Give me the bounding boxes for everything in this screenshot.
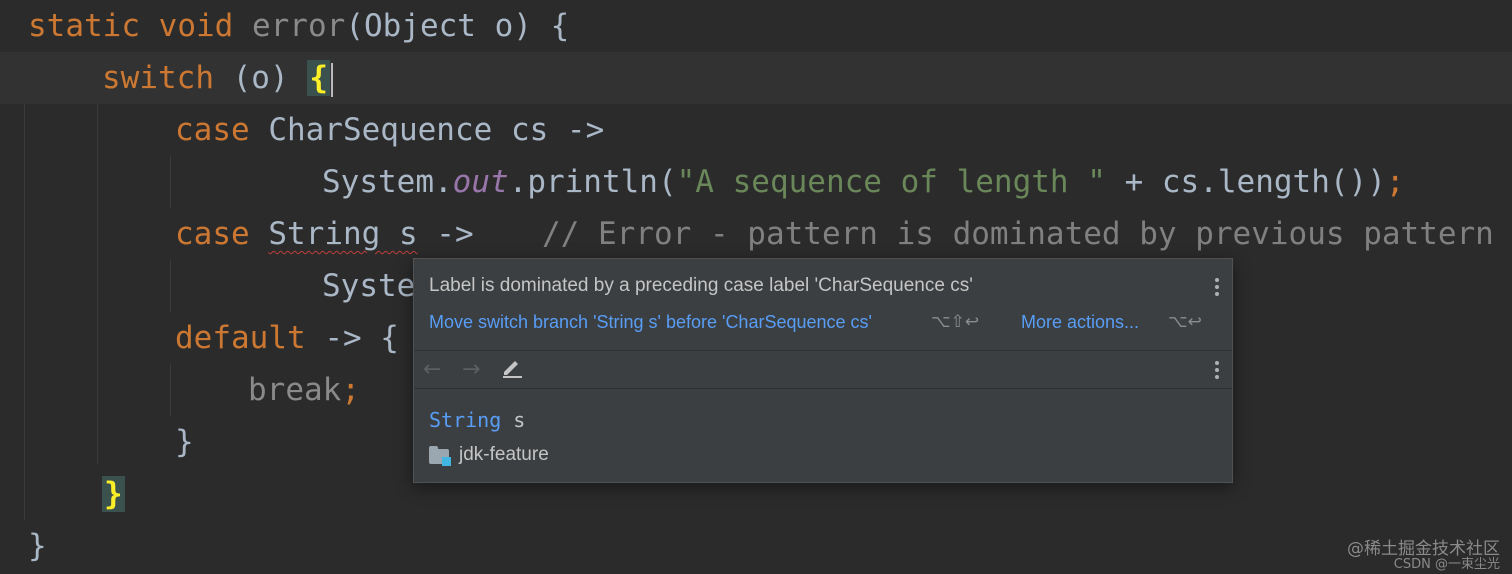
inspection-message: Label is dominated by a preceding case l…	[429, 275, 973, 296]
default-arrow-brace: -> {	[305, 320, 399, 356]
module-name: jdk-feature	[459, 444, 549, 465]
move-branch-action-link[interactable]: Move switch branch 'String s' before 'Ch…	[429, 312, 872, 333]
switch-argument: (o)	[213, 60, 308, 96]
inspection-popup[interactable]: Label is dominated by a preceding case l…	[413, 258, 1233, 483]
keyword-switch: switch	[102, 60, 214, 96]
matched-close-brace: }	[102, 476, 125, 512]
symbol-variable: s	[513, 408, 526, 432]
partial-system-call: Syste	[322, 268, 416, 304]
code-line-5[interactable]: case String s -> // Error - pattern is d…	[0, 208, 1512, 260]
string-literal: "A sequence of length "	[676, 164, 1106, 200]
method-name[interactable]: error	[252, 8, 345, 44]
arrow: ->	[417, 216, 474, 252]
system-class: System.	[322, 164, 453, 200]
kebab-menu-icon[interactable]	[1214, 361, 1220, 379]
error-highlighted-pattern[interactable]: String s	[268, 216, 417, 252]
code-line-4[interactable]: System.out.println("A sequence of length…	[0, 156, 1512, 208]
close-brace: }	[175, 424, 194, 460]
pattern-var: s	[380, 216, 418, 252]
code-line-2[interactable]: switch (o) {	[0, 52, 1512, 104]
inline-comment: // Error - pattern is dominated by previ…	[542, 216, 1494, 252]
watermark-line-2: CSDN @一束尘光	[1393, 557, 1500, 572]
primary-action-shortcut: ⌥⇧↩	[931, 312, 980, 332]
more-actions-link[interactable]: More actions...	[1021, 312, 1139, 333]
code-editor[interactable]: static void error(Object o) { switch (o)…	[0, 0, 1512, 574]
keyword-case: case	[175, 216, 250, 252]
println-call: .println(	[508, 164, 677, 200]
more-actions-shortcut: ⌥↩	[1168, 312, 1202, 332]
keyword-static: static	[28, 8, 140, 44]
close-brace: }	[28, 528, 47, 564]
matched-open-brace: {	[307, 60, 330, 96]
popup-divider	[414, 388, 1232, 389]
static-field-out: out	[452, 164, 509, 200]
keyword-default: default	[175, 320, 306, 356]
module-info: jdk-feature	[429, 444, 549, 466]
popup-toolbar: ← →	[414, 351, 1232, 387]
keyword-case: case	[175, 112, 250, 148]
arrow-right-icon[interactable]: →	[462, 357, 480, 382]
kebab-menu-icon[interactable]	[1214, 278, 1220, 296]
pattern-type: String	[268, 216, 381, 252]
keyword-void: void	[158, 8, 234, 44]
text-caret	[330, 62, 333, 97]
semicolon: ;	[341, 372, 360, 408]
code-line-1[interactable]: static void error(Object o) {	[0, 0, 1512, 52]
quick-fix-row: Move switch branch 'String s' before 'Ch…	[429, 312, 1217, 338]
expression-rest: + cs.length())	[1105, 164, 1386, 200]
method-signature: (Object o) {	[345, 8, 570, 44]
code-line-3[interactable]: case CharSequence cs ->	[0, 104, 1512, 156]
module-folder-icon	[429, 446, 451, 466]
case-pattern: CharSequence cs ->	[249, 112, 605, 148]
symbol-type-info: String s	[429, 408, 525, 432]
symbol-type-keyword[interactable]: String	[429, 408, 501, 432]
semicolon: ;	[1385, 164, 1405, 200]
code-line-11[interactable]: }	[0, 520, 1512, 572]
keyword-break: break	[248, 372, 342, 408]
pencil-icon[interactable]	[500, 355, 524, 385]
arrow-left-icon[interactable]: ←	[423, 357, 441, 382]
